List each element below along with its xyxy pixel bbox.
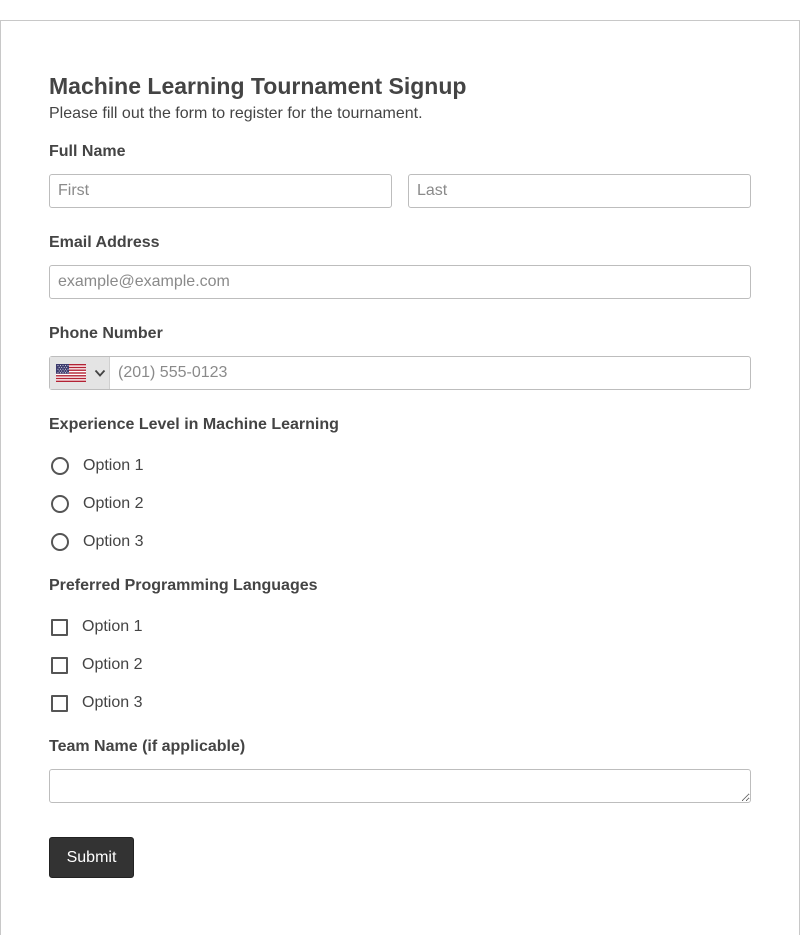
form-subtitle: Please fill out the form to register for… <box>49 105 423 122</box>
full-name-label: Full Name <box>49 143 126 160</box>
phone-field <box>49 356 751 390</box>
chevron-down-icon <box>94 369 106 377</box>
language-option-label: Option 1 <box>82 618 143 635</box>
team-name-label: Team Name (if applicable) <box>49 738 246 755</box>
language-option-2[interactable]: Option 2 <box>49 653 142 677</box>
last-name-input[interactable] <box>408 174 751 208</box>
experience-option-2[interactable]: Option 2 <box>49 492 143 516</box>
experience-label: Experience Level in Machine Learning <box>49 416 339 433</box>
experience-option-1[interactable]: Option 1 <box>49 454 143 478</box>
email-label: Email Address <box>49 234 160 251</box>
language-option-3[interactable]: Option 3 <box>49 691 142 715</box>
radio-button[interactable] <box>51 457 69 475</box>
experience-option-label: Option 1 <box>83 457 144 474</box>
checkbox[interactable] <box>51 694 68 712</box>
form-card: Machine Learning Tournament Signup Pleas… <box>0 20 800 935</box>
radio-button[interactable] <box>51 495 69 513</box>
country-code-select[interactable] <box>50 357 110 389</box>
phone-input[interactable] <box>110 357 750 389</box>
phone-label: Phone Number <box>49 325 163 342</box>
experience-option-label: Option 3 <box>83 533 144 550</box>
language-option-label: Option 3 <box>82 694 143 711</box>
first-name-input[interactable] <box>49 174 392 208</box>
form-title: Machine Learning Tournament Signup <box>49 73 467 99</box>
language-option-1[interactable]: Option 1 <box>49 615 142 639</box>
team-name-textarea[interactable] <box>49 769 751 803</box>
radio-button[interactable] <box>51 533 69 551</box>
checkbox[interactable] <box>51 656 68 674</box>
languages-label: Preferred Programming Languages <box>49 577 318 594</box>
submit-button[interactable]: Submit <box>49 837 134 878</box>
language-option-label: Option 2 <box>82 656 143 673</box>
experience-option-label: Option 2 <box>83 495 144 512</box>
us-flag-icon <box>56 364 86 382</box>
email-input[interactable] <box>49 265 751 299</box>
checkbox[interactable] <box>51 618 68 636</box>
experience-option-3[interactable]: Option 3 <box>49 530 143 554</box>
